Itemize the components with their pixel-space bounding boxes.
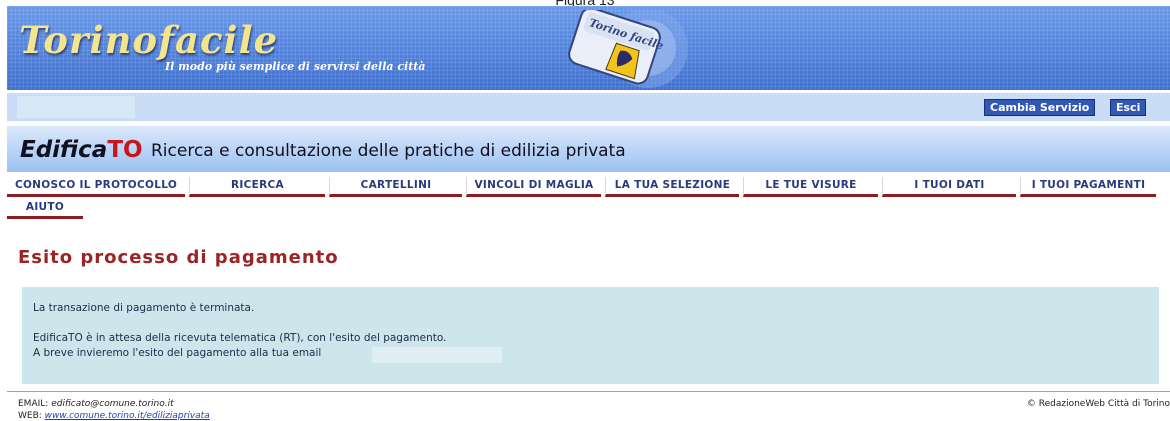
page-title: Esito processo di pagamento xyxy=(18,247,339,268)
user-info-area xyxy=(17,96,135,118)
footer-copyright: © RedazioneWeb Città di Torino xyxy=(1026,399,1170,409)
main-nav: CONOSCO IL PROTOCOLLO RICERCA CARTELLINI… xyxy=(7,177,1170,199)
nav-item-i-tuoi-dati[interactable]: I TUOI DATI xyxy=(882,177,1016,197)
torino-card-icon: Torino facile xyxy=(568,10,688,88)
app-name: EdificaTO xyxy=(20,137,143,163)
cambia-servizio-button[interactable]: Cambia Servizio xyxy=(984,99,1096,116)
page-footer: EMAIL: edificato@comune.torino.it WEB: w… xyxy=(7,391,1170,421)
footer-email: EMAIL: edificato@comune.torino.it xyxy=(18,399,174,409)
main-nav-row-2: AIUTO xyxy=(7,199,1170,221)
footer-email-label: EMAIL: xyxy=(18,399,49,409)
footer-web-label: WEB: xyxy=(18,411,42,421)
service-bar: Cambia Servizio Esci xyxy=(7,93,1170,121)
app-description: Ricerca e consultazione delle pratiche d… xyxy=(151,141,626,161)
message-line-1: La transazione di pagamento è terminata. xyxy=(33,302,255,314)
nav-item-aiuto[interactable]: AIUTO xyxy=(7,199,83,219)
message-line-3: A breve invieremo l'esito del pagamento … xyxy=(33,347,322,359)
nav-item-vincoli-di-maglia[interactable]: VINCOLI DI MAGLIA xyxy=(466,177,601,197)
nav-item-cartellini[interactable]: CARTELLINI xyxy=(329,177,462,197)
footer-email-value[interactable]: edificato@comune.torino.it xyxy=(51,399,173,409)
message-line-2: EdificaTO è in attesa della ricevuta tel… xyxy=(33,332,447,344)
app-name-suffix: TO xyxy=(107,137,143,163)
payment-result-message: La transazione di pagamento è terminata.… xyxy=(22,287,1159,384)
nav-item-conosco-il-protocollo[interactable]: CONOSCO IL PROTOCOLLO xyxy=(7,177,185,197)
esci-button[interactable]: Esci xyxy=(1110,99,1147,116)
footer-web: WEB: www.comune.torino.it/ediliziaprivat… xyxy=(18,411,210,421)
nav-item-le-tue-visure[interactable]: LE TUE VISURE xyxy=(743,177,878,197)
site-tagline: Il modo più semplice di servirsi della c… xyxy=(165,60,426,73)
nav-item-i-tuoi-pagamenti[interactable]: I TUOI PAGAMENTI xyxy=(1020,177,1156,197)
app-name-prefix: Edifica xyxy=(20,137,108,163)
site-banner: Torinofacile Il modo più semplice di ser… xyxy=(7,6,1170,90)
nav-item-ricerca[interactable]: RICERCA xyxy=(189,177,325,197)
site-logo[interactable]: Torinofacile xyxy=(19,18,278,62)
footer-web-link[interactable]: www.comune.torino.it/ediliziaprivata xyxy=(45,411,210,421)
app-title-bar: EdificaTO Ricerca e consultazione delle … xyxy=(7,126,1170,172)
page: Torinofacile Il modo più semplice di ser… xyxy=(7,6,1170,421)
redacted-email xyxy=(372,347,502,363)
nav-item-la-tua-selezione[interactable]: LA TUA SELEZIONE xyxy=(605,177,739,197)
